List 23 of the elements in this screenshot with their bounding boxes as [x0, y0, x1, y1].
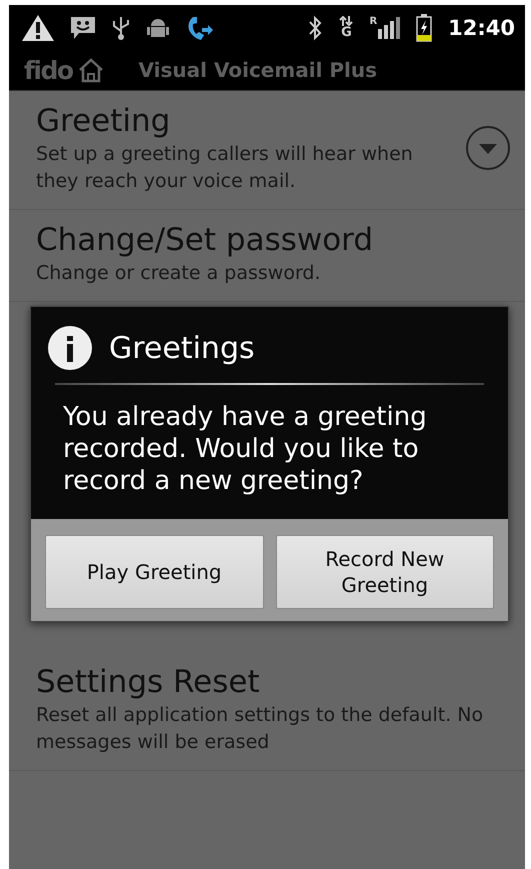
dialog-message: You already have a greeting recorded. Would you like to record a new greeting? [62, 401, 428, 498]
info-icon [47, 325, 93, 371]
house-icon [76, 57, 105, 83]
clock-time: 12:40 [448, 16, 515, 40]
dropdown-circle-icon[interactable] [465, 125, 511, 171]
dialog-button[interactable]: Play Greeting [45, 535, 264, 609]
item-title: Greeting [36, 102, 172, 141]
settings-item[interactable]: Change/Set password Change or create a password. [9, 210, 525, 302]
item-title: Change/Set password [36, 221, 374, 260]
usb-icon [111, 14, 131, 40]
dialog-title: Greetings [109, 330, 255, 366]
settings-item[interactable]: Settings Reset Reset all application settings to the default. No messages will be erased [9, 652, 525, 771]
dialog-button[interactable]: Record New Greeting [276, 535, 494, 609]
logo-text: fido [24, 56, 73, 84]
item-description: Set up a greeting callers will hear when they reach your voice mail. [36, 142, 414, 194]
warning-icon [21, 14, 55, 42]
app-title: Visual Voicemail Plus [138, 58, 378, 82]
message-icon [69, 14, 97, 40]
item-title: Settings Reset [36, 663, 261, 702]
settings-item[interactable]: Greeting Set up a greeting callers will hear when they reach your voice mail. [9, 91, 525, 210]
item-description: Change or create a password. [36, 261, 322, 286]
bluetooth-icon [307, 14, 324, 40]
item-description: Reset all application settings to the default. No messages will be erased [36, 703, 484, 755]
